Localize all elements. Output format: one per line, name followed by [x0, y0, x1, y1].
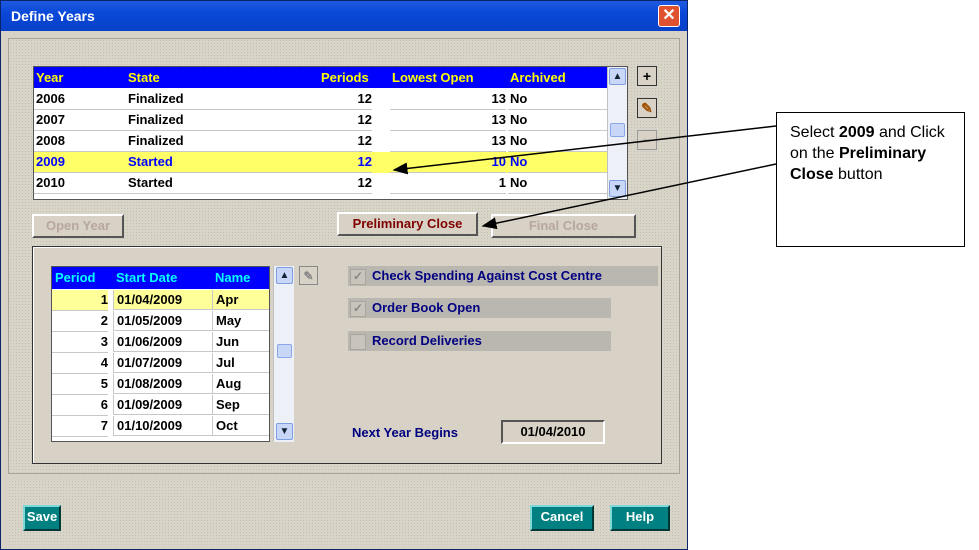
- callout-arrows: [392, 125, 777, 230]
- arrow-to-preliminary-button: [481, 163, 777, 230]
- arrow-to-2009-row: [392, 125, 777, 175]
